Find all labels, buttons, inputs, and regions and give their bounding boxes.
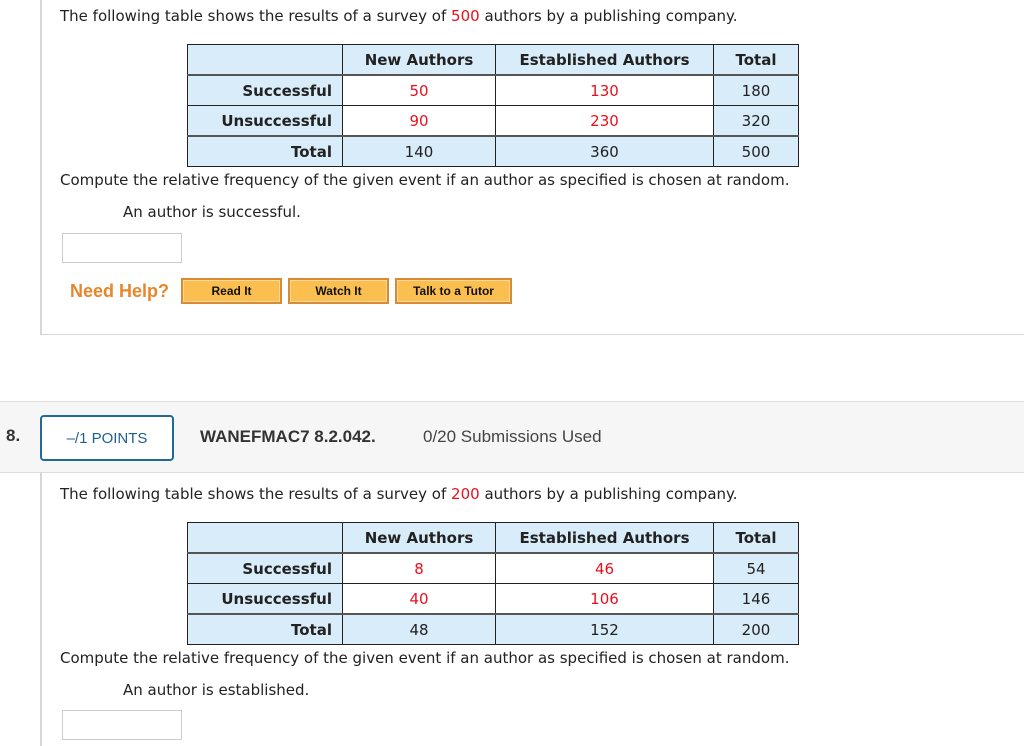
col-established-authors: Established Authors [495, 522, 714, 554]
cell-new-total: 140 [342, 135, 496, 167]
col-total: Total [713, 522, 799, 554]
cell-total: 180 [713, 74, 799, 106]
cell-established: 46 [495, 552, 714, 584]
table-header-row: New Authors Established Authors Total [187, 522, 799, 554]
points-badge[interactable]: –/1 POINTS [40, 415, 174, 461]
question-7-event: An author is successful. [123, 203, 301, 221]
question-8-answer-input[interactable] [62, 710, 182, 740]
table-corner [187, 44, 343, 76]
cell-new: 50 [342, 74, 496, 106]
question-7-bottom-divider [40, 334, 1024, 335]
question-7-prompt: The following table shows the results of… [60, 7, 738, 25]
cell-total: 320 [713, 105, 799, 137]
row-label: Unsuccessful [187, 583, 343, 615]
cell-new: 90 [342, 105, 496, 137]
question-8-header: 8. –/1 POINTS WANEFMAC7 8.2.042. 0/20 Su… [0, 401, 1024, 473]
row-label: Total [187, 135, 343, 167]
need-help-label: Need Help? [70, 280, 170, 301]
col-established-authors: Established Authors [495, 44, 714, 76]
cell-new: 8 [342, 552, 496, 584]
cell-total: 146 [713, 583, 799, 615]
talk-to-tutor-button[interactable]: Talk to a Tutor [395, 278, 513, 304]
cell-total: 54 [713, 552, 799, 584]
question-number: 8. [6, 426, 21, 445]
table-row: Unsuccessful 40 106 146 [187, 583, 799, 615]
table-row: Successful 50 130 180 [187, 74, 799, 106]
question-8-survey-table: New Authors Established Authors Total Su… [187, 522, 799, 645]
question-8-instruction: Compute the relative frequency of the gi… [60, 649, 790, 667]
question-7-instruction: Compute the relative frequency of the gi… [60, 171, 790, 189]
cell-new: 40 [342, 583, 496, 615]
question-7-answer-input[interactable] [62, 233, 182, 263]
submissions-used: 0/20 Submissions Used [423, 427, 602, 446]
question-8-left-border [40, 472, 42, 746]
table-totals-row: Total 48 152 200 [187, 613, 799, 645]
table-header-row: New Authors Established Authors Total [187, 44, 799, 76]
table-row: Successful 8 46 54 [187, 552, 799, 584]
col-new-authors: New Authors [342, 522, 496, 554]
cell-grand-total: 500 [713, 135, 799, 167]
survey-count: 500 [451, 7, 480, 25]
cell-established: 130 [495, 74, 714, 106]
row-label: Unsuccessful [187, 105, 343, 137]
cell-established: 230 [495, 105, 714, 137]
read-it-button[interactable]: Read It [181, 278, 283, 304]
cell-new-total: 48 [342, 613, 496, 645]
table-row: Unsuccessful 90 230 320 [187, 105, 799, 137]
table-corner [187, 522, 343, 554]
question-7-left-border [40, 0, 42, 334]
question-8-event: An author is established. [123, 681, 310, 699]
row-label: Total [187, 613, 343, 645]
question-8-prompt: The following table shows the results of… [60, 485, 738, 503]
cell-established-total: 360 [495, 135, 714, 167]
survey-count: 200 [451, 485, 480, 503]
col-new-authors: New Authors [342, 44, 496, 76]
row-label: Successful [187, 552, 343, 584]
cell-established: 106 [495, 583, 714, 615]
need-help-bar: Need Help? Read It Watch It Talk to a Tu… [70, 278, 518, 304]
watch-it-button[interactable]: Watch It [288, 278, 390, 304]
question-7-survey-table: New Authors Established Authors Total Su… [187, 44, 799, 167]
table-totals-row: Total 140 360 500 [187, 135, 799, 167]
row-label: Successful [187, 74, 343, 106]
cell-grand-total: 200 [713, 613, 799, 645]
col-total: Total [713, 44, 799, 76]
cell-established-total: 152 [495, 613, 714, 645]
question-code: WANEFMAC7 8.2.042. [200, 427, 376, 446]
